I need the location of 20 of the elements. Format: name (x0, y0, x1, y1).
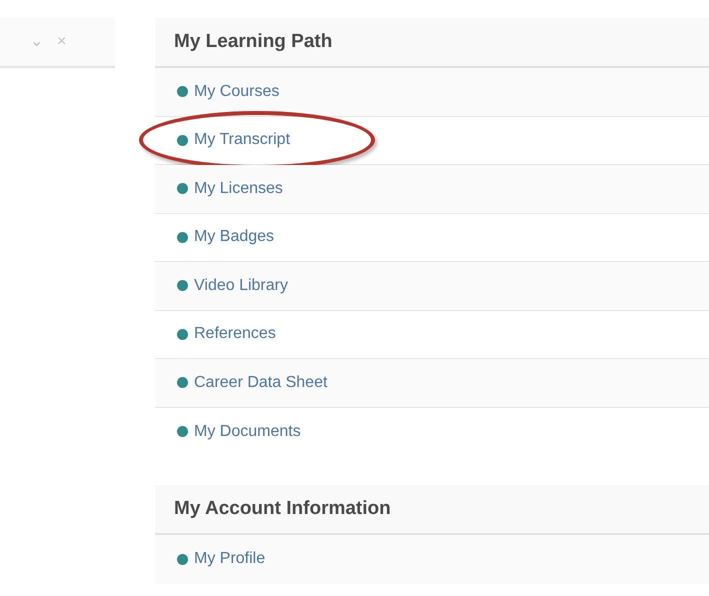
bullet-icon (177, 554, 188, 565)
section-header: My Learning Path (155, 18, 709, 68)
bullet-icon (177, 426, 188, 438)
bullet-icon (177, 232, 188, 243)
bullet-icon (177, 86, 188, 98)
bullet-icon (177, 134, 188, 146)
menu-link[interactable]: My Profile (194, 550, 266, 568)
bullet-icon (177, 328, 188, 340)
bullet-icon (177, 377, 188, 388)
bullet-icon (177, 183, 188, 194)
menu-link[interactable]: My Badges (194, 228, 274, 246)
menu-link[interactable]: My Documents (194, 422, 301, 441)
menu-link[interactable]: My Licenses (194, 180, 283, 198)
menu-link[interactable]: References (194, 325, 276, 344)
bullet-icon (177, 280, 188, 292)
section-header: My Account Information (155, 485, 709, 535)
menu-link[interactable]: My Courses (194, 82, 280, 101)
menu-link[interactable]: Video Library (194, 276, 288, 295)
menu-link[interactable]: Career Data Sheet (194, 374, 328, 392)
menu-link[interactable]: My Transcript (194, 131, 290, 150)
